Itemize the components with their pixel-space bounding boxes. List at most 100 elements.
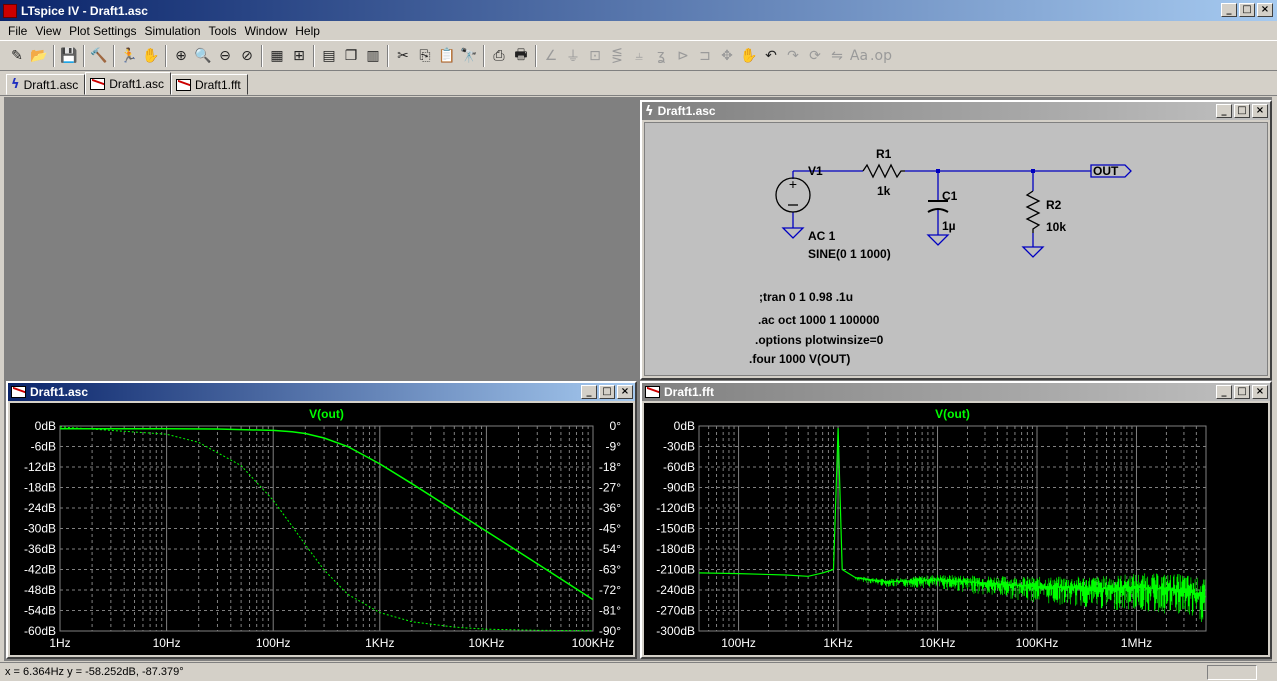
cut-button[interactable]: ✂ xyxy=(392,45,414,67)
maximize-button[interactable]: □ xyxy=(599,385,615,399)
menu-help[interactable]: Help xyxy=(291,24,324,38)
trace-label[interactable]: V(out) xyxy=(935,407,970,421)
directive-ac[interactable]: .ac oct 1000 1 100000 xyxy=(758,313,880,327)
redo-button[interactable]: ↷ xyxy=(782,45,804,67)
minimize-button[interactable]: _ xyxy=(1221,3,1237,17)
autorange-button[interactable]: ▦ xyxy=(266,45,288,67)
close-button[interactable]: × xyxy=(1252,104,1268,118)
resistor-button[interactable]: ⋚ xyxy=(606,45,628,67)
menu-file[interactable]: File xyxy=(4,24,31,38)
directive-four[interactable]: .four 1000 V(OUT) xyxy=(749,352,850,366)
edit-icon: ✎ xyxy=(11,47,23,64)
capacitor-button[interactable]: ⫨ xyxy=(628,45,650,67)
spice-directive-button[interactable]: .op xyxy=(870,45,892,67)
zoom-fit-icon: ⊞ xyxy=(293,47,305,64)
tile-horizontal-button[interactable]: ▤ xyxy=(318,45,340,67)
app-title: LTspice IV - Draft1.asc xyxy=(21,3,148,18)
maximize-button[interactable]: □ xyxy=(1234,104,1250,118)
schematic-window-titlebar[interactable]: ϟ Draft1.asc _ □ × xyxy=(642,102,1270,120)
menu-window[interactable]: Window xyxy=(241,24,292,38)
maximize-button[interactable]: □ xyxy=(1234,385,1250,399)
minimize-button[interactable]: _ xyxy=(1216,385,1232,399)
menu-tools[interactable]: Tools xyxy=(205,24,241,38)
halt-button[interactable]: ✋ xyxy=(140,45,162,67)
resistor-r2[interactable] xyxy=(1025,190,1041,233)
toolbar: ✎ 📂 💾 🔨 🏃 ✋ ⊕ 🔍 ⊖ ⊘ ▦ ⊞ ▤ ❐ ▥ ✂ ⎘ 📋 🔭 ⎙ 🖶 ∠ ⏚ ⊡ ⋚ ⫨ ʓ ⊳ ⊐ ✥ ✋ ↶ ↷ ⟳ ⇋ Aa .op xyxy=(0,40,1277,71)
inductor-button[interactable]: ʓ xyxy=(650,45,672,67)
control-panel-button[interactable]: 🔨 xyxy=(88,45,110,67)
print-icon: 🖶 xyxy=(514,46,528,63)
y-left-tick-label: -30dB xyxy=(24,522,56,536)
edit-button[interactable]: ✎ xyxy=(6,45,28,67)
find-button[interactable]: 🔭 xyxy=(458,45,480,67)
maximize-button[interactable]: □ xyxy=(1239,3,1255,17)
label-r1: R1 xyxy=(876,147,892,161)
label-r2: R2 xyxy=(1046,198,1062,212)
text-button[interactable]: Aa xyxy=(848,45,870,67)
schematic-window-title: Draft1.asc xyxy=(657,104,716,118)
close-button[interactable]: × xyxy=(1257,3,1273,17)
zoom-in-button[interactable]: ⊕ xyxy=(170,45,192,67)
save-button[interactable]: 💾 xyxy=(58,45,80,67)
menu-plot-settings[interactable]: Plot Settings xyxy=(65,24,140,38)
wire-button[interactable]: ∠ xyxy=(540,45,562,67)
minimize-button[interactable]: _ xyxy=(581,385,597,399)
cascade-button[interactable]: ❐ xyxy=(340,45,362,67)
ground-button[interactable]: ⏚ xyxy=(562,45,584,67)
drag-button[interactable]: ✋ xyxy=(738,45,760,67)
label-c1-value: 1µ xyxy=(942,219,956,233)
copy-icon: ⎘ xyxy=(419,47,431,64)
fft-plot-window-titlebar[interactable]: Draft1.fft _ □ × xyxy=(642,383,1270,401)
menu-view[interactable]: View xyxy=(31,24,65,38)
directive-tran[interactable]: ;tran 0 1 0.98 .1u xyxy=(759,290,853,304)
fft-plot-pane[interactable]: 0dB -30dB -60dB -90dB -120dB -150dB -180dB -210… xyxy=(644,403,1268,655)
tab-draft1-waveform[interactable]: Draft1.asc xyxy=(85,72,171,95)
voltage-source-v1[interactable]: + xyxy=(775,176,811,213)
print-button[interactable]: 🖶 xyxy=(510,45,532,67)
label-net-button[interactable]: ⊡ xyxy=(584,45,606,67)
schematic-canvas[interactable]: + V1 AC 1 SINE(0 1 1000) R1 1k C1 1µ R2 … xyxy=(644,122,1268,376)
zoom-fit-button[interactable]: ⊞ xyxy=(288,45,310,67)
capacitor-icon: ⫨ xyxy=(635,47,643,64)
close-button[interactable]: × xyxy=(617,385,633,399)
run-button[interactable]: 🏃 xyxy=(118,45,140,67)
minimize-button[interactable]: _ xyxy=(1216,104,1232,118)
tab-draft1-fft[interactable]: Draft1.fft xyxy=(170,74,248,95)
y-right-tick-label: -54° xyxy=(599,542,621,556)
rotate-button[interactable]: ⟳ xyxy=(804,45,826,67)
trace-label[interactable]: V(out) xyxy=(309,407,344,421)
copy-button[interactable]: ⎘ xyxy=(414,45,436,67)
tile-vertical-button[interactable]: ▥ xyxy=(362,45,384,67)
tab-label: Draft1.fft xyxy=(194,77,241,92)
title-bar: LTspice IV - Draft1.asc _ □ × xyxy=(0,0,1277,21)
y-tick-label: -300dB xyxy=(656,624,695,638)
label-c1: C1 xyxy=(942,189,958,203)
save-icon: 💾 xyxy=(60,47,78,64)
resistor-r1[interactable] xyxy=(862,163,905,179)
fft-trace xyxy=(698,428,1207,598)
tab-draft1-schematic[interactable]: ϟ Draft1.asc xyxy=(6,74,86,95)
y-right-tick-label: -9° xyxy=(606,440,622,454)
zoom-pan-button[interactable]: 🔍 xyxy=(192,45,214,67)
open-button[interactable]: 📂 xyxy=(28,45,50,67)
ac-plot-window: Draft1.asc _ □ × 0dB 0° -6dB -9° -12dB -18° -1… xyxy=(6,381,637,659)
mirror-button[interactable]: ⇋ xyxy=(826,45,848,67)
print-setup-button[interactable]: ⎙ xyxy=(488,45,510,67)
zoom-out-button[interactable]: ⊖ xyxy=(214,45,236,67)
close-button[interactable]: × xyxy=(1252,385,1268,399)
diode-button[interactable]: ⊳ xyxy=(672,45,694,67)
directive-options[interactable]: .options plotwinsize=0 xyxy=(755,333,884,347)
fft-spectrum-plot: 0dB -30dB -60dB -90dB -120dB -150dB -180dB -210… xyxy=(656,407,1207,650)
component-button[interactable]: ⊐ xyxy=(694,45,716,67)
move-icon: ✥ xyxy=(721,47,733,64)
menu-simulation[interactable]: Simulation xyxy=(141,24,205,38)
move-button[interactable]: ✥ xyxy=(716,45,738,67)
halt-icon: ✋ xyxy=(142,47,160,64)
undo-button[interactable]: ↶ xyxy=(760,45,782,67)
ac-plot-window-titlebar[interactable]: Draft1.asc _ □ × xyxy=(8,383,635,401)
y-tick-label: -210dB xyxy=(656,563,695,577)
paste-button[interactable]: 📋 xyxy=(436,45,458,67)
zoom-cancel-button[interactable]: ⊘ xyxy=(236,45,258,67)
ac-plot-pane[interactable]: 0dB 0° -6dB -9° -12dB -18° -18dB -27° -24dB -36° -… xyxy=(10,403,633,655)
menu-bar: File View Plot Settings Simulation Tools… xyxy=(0,21,1277,40)
